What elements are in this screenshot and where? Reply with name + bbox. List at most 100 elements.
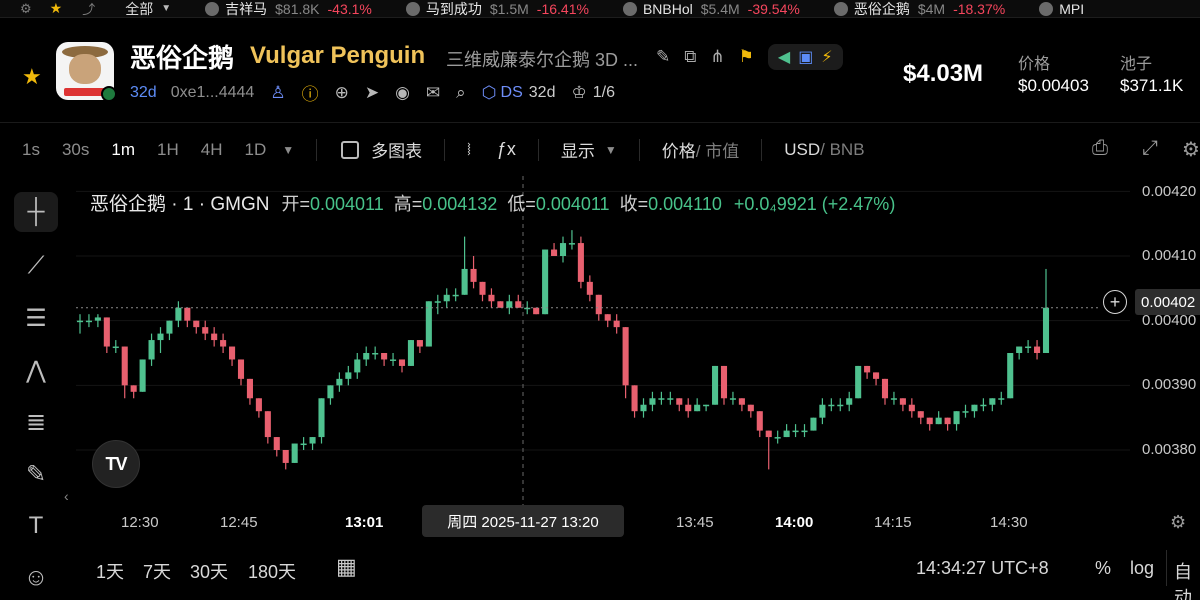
candle [434, 294, 441, 315]
settings-icon[interactable]: ⚙ [20, 1, 32, 17]
candle [479, 281, 486, 302]
chevron-down-icon[interactable]: ▼ [161, 3, 171, 14]
auto-scale-toggle[interactable]: 自动 [1174, 558, 1200, 600]
fullscreen-icon[interactable]: ⤢ [1142, 137, 1158, 160]
candle-body [837, 404, 844, 407]
timeframe-30s[interactable]: 30s [62, 140, 89, 160]
copy-icon[interactable]: ⧉ [684, 47, 696, 67]
globe-icon[interactable]: ⊕ [335, 83, 349, 103]
candle-body [944, 417, 951, 425]
candle-body [282, 450, 289, 463]
candle [944, 417, 951, 431]
community-icon[interactable]: ⚑ [739, 47, 754, 67]
candle-body [229, 346, 236, 360]
user-icon[interactable]: ♙ [270, 83, 285, 103]
candle-body [327, 385, 334, 399]
candle-type-icon[interactable]: ⧘ [467, 139, 471, 160]
add-alert-icon[interactable]: + [1103, 290, 1127, 314]
chevron-down-icon[interactable]: ▼ [282, 143, 294, 157]
candle-body [792, 430, 799, 433]
ticker-item[interactable]: 恶俗企鹅 $4M -18.37% [833, 0, 1005, 17]
multi-chart-checkbox[interactable] [341, 140, 360, 159]
candle [139, 359, 146, 392]
trend-icon[interactable]: ⤴ [82, 0, 95, 17]
contract-address[interactable]: 0xe1...4444 [171, 84, 255, 102]
y-axis-label: 0.00390 [1142, 376, 1197, 393]
candle [747, 404, 754, 418]
ticker-item[interactable]: BNBHol $5.4M -39.54% [622, 0, 800, 17]
candle [819, 398, 826, 425]
legend-open: 0.004011 [309, 194, 384, 214]
search-icon[interactable]: ⌕ [456, 83, 466, 103]
candle [318, 398, 325, 444]
social-pill[interactable]: ◀ ▣ ⚡ [767, 44, 843, 70]
edit-icon[interactable]: ✎ [656, 47, 670, 67]
ticker-name: 吉祥马 [225, 0, 268, 17]
bottom-divider [1166, 550, 1167, 586]
candle [694, 398, 701, 412]
ticker-item[interactable]: 吉祥马 $81.8K -43.1% [205, 0, 372, 17]
calendar-icon[interactable]: ▦ [336, 554, 357, 580]
warning-icon[interactable]: ⓘ [302, 80, 319, 105]
ticker-name: BNBHol [642, 0, 693, 17]
clock-readout: 14:34:27 UTC+8 [916, 558, 1049, 578]
ticker-value: $81.8K [275, 0, 320, 17]
candle-body [855, 365, 862, 399]
candle-body [121, 346, 128, 386]
percent-scale-toggle[interactable]: % [1095, 558, 1111, 579]
chevron-down-icon[interactable]: ▼ [605, 143, 617, 157]
price-mode-toggle[interactable]: 价格/ 市值 [662, 137, 739, 162]
ticker-filter-all[interactable]: 全部 [125, 0, 153, 17]
candle-body [980, 404, 987, 407]
candle [345, 365, 352, 386]
candle-body [694, 404, 701, 412]
candle-body [926, 417, 933, 425]
range-180d[interactable]: 180天 [248, 558, 296, 584]
timeframe-1h[interactable]: 1H [157, 140, 179, 160]
axis-settings-icon[interactable]: ⚙ [1170, 512, 1186, 533]
chart-link-icon[interactable]: ◉ [395, 83, 410, 103]
favorite-star-icon[interactable]: ★ [22, 64, 42, 90]
star-icon[interactable]: ★ [50, 0, 63, 17]
timeframe-1m[interactable]: 1m [111, 140, 135, 160]
candle [703, 404, 710, 412]
y-axis-label: 0.00420 [1142, 183, 1197, 200]
range-7d[interactable]: 7天 [143, 558, 171, 584]
candle [1042, 268, 1050, 353]
text-tool-icon[interactable]: T [14, 506, 58, 546]
candlestick-chart[interactable] [0, 176, 1200, 506]
chart-toolbar: 1s 30s 1m 1H 4H 1D ▼ 多图表 ⧘ ƒx 显示 ▼ 价格/ 市… [0, 122, 1200, 176]
range-30d[interactable]: 30天 [190, 558, 228, 584]
candle [810, 417, 817, 431]
timeframe-1s[interactable]: 1s [22, 140, 40, 160]
crown-icon[interactable]: ♔ [571, 83, 586, 103]
candle-body [336, 378, 343, 386]
candle [774, 430, 781, 444]
tradingview-logo-icon[interactable]: TV [92, 440, 140, 488]
ticker-item[interactable]: MPI [1039, 1, 1092, 17]
candle-body [184, 307, 191, 321]
comment-icon[interactable]: ✉ [426, 83, 440, 103]
candle-body [542, 249, 549, 315]
telegram-icon[interactable]: ➤ [365, 83, 379, 103]
timeframe-1d[interactable]: 1D [244, 140, 266, 160]
settings-icon[interactable]: ⚙ [1182, 137, 1200, 162]
currency-toggle[interactable]: USD/ BNB [784, 140, 864, 160]
share-icon[interactable]: ⋔ [710, 47, 724, 67]
toolbar-divider [638, 138, 640, 161]
candle-body [148, 340, 155, 360]
candle-body [810, 417, 817, 431]
indicators-icon[interactable]: ƒx [497, 139, 516, 160]
range-1d[interactable]: 1天 [96, 558, 124, 584]
candle-body [533, 307, 540, 315]
log-scale-toggle[interactable]: log [1130, 558, 1154, 579]
timeframe-4h[interactable]: 4H [201, 140, 223, 160]
legend-high-label: 高= [393, 194, 423, 214]
token-description: 三维威廉泰尔企鹅 3D ... [446, 50, 639, 70]
ticker-item[interactable]: 马到成功 $1.5M -16.41% [405, 0, 589, 17]
candle [783, 424, 790, 438]
candle-body [729, 398, 736, 400]
camera-icon[interactable]: ⎙ [1092, 137, 1108, 160]
dev-icon[interactable]: ⬡ [482, 83, 497, 103]
display-menu[interactable]: 显示 [561, 137, 595, 162]
